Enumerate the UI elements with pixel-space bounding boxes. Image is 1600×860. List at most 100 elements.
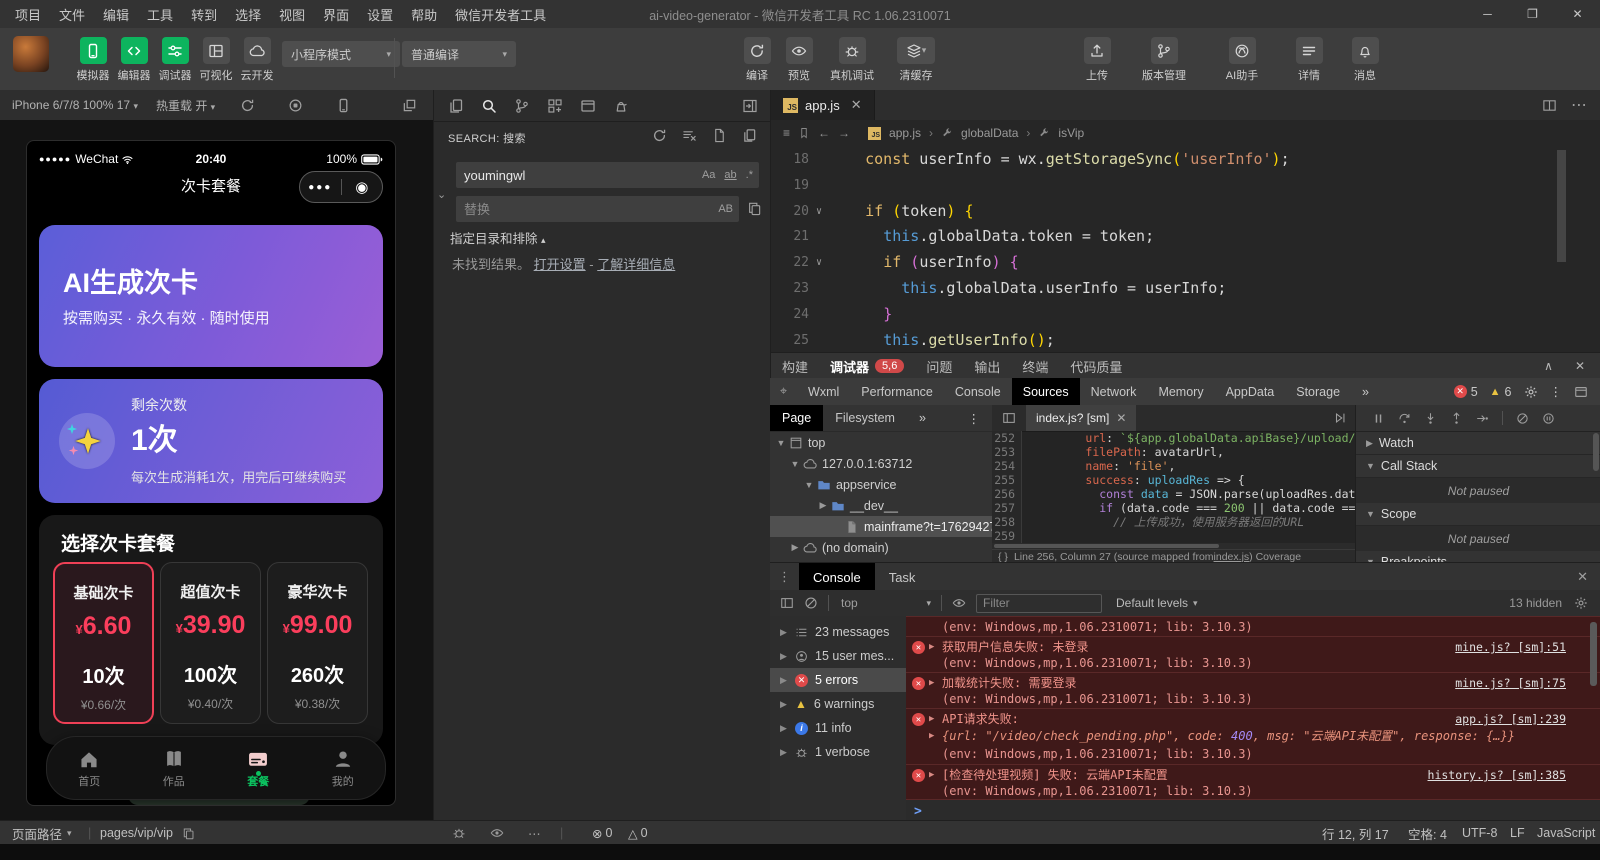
clear-results-icon[interactable] [682, 128, 697, 143]
devtools-tab-appdata[interactable]: AppData [1215, 378, 1286, 405]
scope-section[interactable]: ▼Scope [1356, 503, 1600, 526]
close-console-icon[interactable]: ✕ [1577, 563, 1600, 591]
more-dots-icon[interactable]: ●●● [300, 182, 341, 193]
tree-item-no-domain[interactable]: ▶ (no domain) [770, 537, 992, 558]
bug-icon[interactable] [452, 821, 466, 845]
devtools-tab-memory[interactable]: Memory [1147, 378, 1214, 405]
hot-reload-toggle[interactable]: 热重载 开 ▾ [138, 97, 215, 114]
version-control-button[interactable]: 版本管理 [1136, 37, 1192, 83]
console-scrollbar[interactable] [1590, 622, 1597, 686]
compile-mode-select[interactable]: 普通编译▾ [402, 41, 516, 67]
device-debug-button[interactable]: 真机调试 [824, 37, 880, 83]
console-menu-icon[interactable]: ⋮ [770, 563, 799, 591]
menu-interface[interactable]: 界面 [314, 5, 358, 24]
device-select[interactable]: iPhone 6/7/8 100% 17 ▾ [0, 98, 138, 112]
eye-icon[interactable] [490, 821, 504, 845]
nav-back-icon[interactable]: ← [818, 126, 830, 140]
menu-file[interactable]: 文件 [50, 5, 94, 24]
context-select[interactable]: top▾ [829, 596, 931, 610]
cloud-dev-button[interactable]: 云开发 [240, 37, 274, 83]
step-icon[interactable] [1476, 412, 1489, 425]
simulator-button[interactable]: 模拟器 [76, 37, 110, 83]
devtools-tab-storage[interactable]: Storage [1285, 378, 1351, 405]
collapse-all-icon[interactable] [742, 128, 757, 143]
tree-tab-page[interactable]: Page [770, 405, 823, 431]
filter-verbose[interactable]: ▶1 verbose [770, 740, 906, 764]
devtools-tab-sources[interactable]: Sources [1012, 378, 1080, 405]
devtools-tab-wxml[interactable]: Wxml [797, 378, 850, 405]
detach-simulator-icon[interactable] [402, 98, 417, 113]
debug-scrollbar[interactable] [1593, 433, 1599, 471]
clear-cache-button[interactable]: ▾ 清缓存 [888, 37, 944, 83]
source-link[interactable]: history.js? [sm]:385 [1428, 768, 1566, 782]
source-link[interactable]: mine.js? [sm]:51 [1455, 640, 1566, 654]
console-message[interactable]: ✕ ▶ [检查待处理视频] 失败: 云端API未配置 history.js? [… [906, 764, 1600, 800]
console-message[interactable]: (env: Windows,mp,1.06.2310071; lib: 3.10… [906, 616, 1600, 636]
messages-button[interactable]: 消息 [1348, 37, 1382, 83]
collapse-panel-icon[interactable]: ∧ [1544, 359, 1553, 373]
details-button[interactable]: 详情 [1292, 37, 1326, 83]
filter-info[interactable]: ▶i11 info [770, 716, 906, 740]
preserve-case-icon[interactable]: AB [718, 203, 733, 215]
tab-app-js[interactable]: JS app.js ✕ [771, 90, 875, 120]
menu-project[interactable]: 项目 [6, 5, 50, 24]
outline-icon[interactable]: ≡ [783, 126, 790, 140]
devtools-tab-network[interactable]: Network [1080, 378, 1148, 405]
collapse-sidebar-icon[interactable] [742, 98, 758, 114]
filter-errors[interactable]: ▶✕5 errors [770, 668, 906, 692]
tab-packages[interactable]: 套餐 [216, 737, 301, 799]
eye-icon[interactable] [942, 596, 976, 610]
cursor-position[interactable]: 行 12, 列 17 [1322, 821, 1389, 845]
toggle-replace-icon[interactable]: ⌄ [437, 188, 446, 201]
menu-help[interactable]: 帮助 [402, 5, 446, 24]
minimize-icon[interactable]: ─ [1465, 0, 1510, 28]
search-icon[interactable] [481, 98, 497, 114]
problem-warnings[interactable]: △0 [628, 821, 648, 845]
regex-icon[interactable]: .* [746, 169, 753, 181]
split-editor-icon[interactable] [1542, 98, 1557, 113]
close-tab-icon[interactable]: ✕ [851, 97, 862, 113]
language-mode[interactable]: JavaScript [1537, 821, 1595, 845]
nav-forward-icon[interactable]: → [838, 126, 850, 140]
maximize-icon[interactable]: ❐ [1510, 0, 1555, 28]
callstack-section[interactable]: ▼Call Stack [1356, 455, 1600, 478]
pause-icon[interactable] [1372, 412, 1385, 425]
tree-item-dev[interactable]: ▶ __dev__ [770, 495, 992, 516]
tree-item-host[interactable]: ▼ 127.0.0.1:63712 [770, 453, 992, 474]
expand-icon[interactable]: ▶ [929, 714, 934, 724]
source-control-icon[interactable] [514, 98, 530, 114]
expand-icon[interactable]: ▶ [929, 731, 934, 741]
mapped-source-link[interactable]: index.js [1214, 551, 1250, 563]
debugger-button[interactable]: 调试器 [158, 37, 192, 83]
menu-tools[interactable]: 工具 [138, 5, 182, 24]
user-avatar[interactable] [13, 36, 49, 72]
tab-build[interactable]: 构建 [771, 357, 819, 376]
breadcrumb-prop[interactable]: isVip [1058, 126, 1084, 140]
devtools-tab-performance[interactable]: Performance [850, 378, 944, 405]
fold-icon[interactable]: ∨ [809, 257, 829, 268]
console-settings-icon[interactable] [1562, 596, 1600, 610]
tree-item-top[interactable]: ▼ top [770, 432, 992, 453]
step-out-icon[interactable] [1450, 412, 1463, 425]
menu-settings[interactable]: 设置 [358, 5, 402, 24]
replace-input[interactable] [456, 202, 739, 217]
tree-menu-icon[interactable]: ⋮ [956, 405, 993, 431]
editor-scrollbar[interactable] [1557, 150, 1566, 262]
tab-output[interactable]: 输出 [963, 357, 1011, 376]
devtools-tab-console[interactable]: Console [944, 378, 1012, 405]
tab-works[interactable]: 作品 [132, 737, 217, 799]
tree-item-mainframe[interactable]: mainframe?t=1762942780 [770, 516, 992, 537]
tab-code-quality[interactable]: 代码质量 [1059, 357, 1133, 376]
source-link[interactable]: mine.js? [sm]:75 [1455, 676, 1566, 690]
package-option-basic[interactable]: 基础次卡 ¥6.60 10次 ¥0.66/次 [53, 562, 154, 724]
filter-all-messages[interactable]: ▶23 messages [770, 620, 906, 644]
package-option-deluxe[interactable]: 豪华次卡 ¥99.00 260次 ¥0.38/次 [267, 562, 368, 724]
editor-more-icon[interactable]: ⋯ [1571, 95, 1587, 115]
tree-tab-filesystem[interactable]: Filesystem [823, 405, 907, 431]
explorer-icon[interactable] [448, 98, 464, 114]
restart-icon[interactable] [240, 98, 255, 113]
console-message[interactable]: ✕ ▶ 加载统计失败: 需要登录 mine.js? [sm]:75 (env: … [906, 672, 1600, 708]
package-option-value[interactable]: 超值次卡 ¥39.90 100次 ¥0.40/次 [160, 562, 261, 724]
format-icon[interactable]: { } [992, 551, 1014, 563]
more-icon[interactable]: ⋯ [528, 821, 541, 845]
